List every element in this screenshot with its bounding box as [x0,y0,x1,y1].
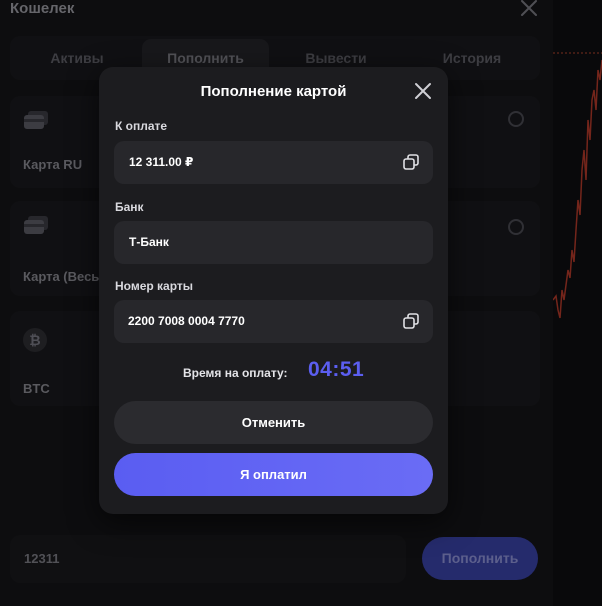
amount-value: 12 311.00 ₽ [129,155,194,169]
copy-icon[interactable] [403,154,419,170]
card-number-field: 2200 7008 0004 7770 [114,300,433,343]
bank-value: Т-Банк [129,235,169,249]
copy-icon[interactable] [403,313,419,329]
bank-field: Т-Банк [114,221,433,264]
card-payment-modal: Пополнение картой К оплате 12 311.00 ₽ Б… [99,67,448,514]
amount-label: К оплате [115,119,168,133]
card-number-label: Номер карты [115,279,194,293]
amount-field: 12 311.00 ₽ [114,141,433,184]
timer-label: Время на оплату: [183,366,288,380]
paid-button[interactable]: Я оплатил [114,453,433,496]
card-number-value: 2200 7008 0004 7770 [128,314,245,328]
bank-label: Банк [115,200,144,214]
close-icon[interactable] [414,82,432,100]
timer-value: 04:51 [308,358,365,381]
modal-title: Пополнение картой [200,83,347,100]
cancel-button[interactable]: Отменить [114,401,433,444]
payment-timer: Время на оплату: 04:51 [99,358,448,386]
